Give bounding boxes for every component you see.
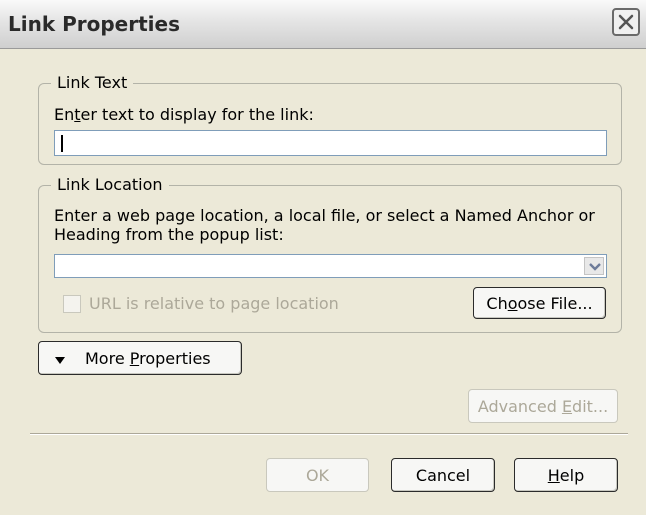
more-properties-button[interactable]: More Properties	[38, 341, 242, 375]
choose-file-label: Choose File...	[486, 293, 593, 313]
ok-button[interactable]: OK	[266, 458, 369, 492]
link-location-prompt-line2: Heading from the popup list:	[54, 225, 284, 244]
link-text-prompt: Enter text to display for the link:	[54, 105, 314, 124]
text-caret	[61, 135, 63, 152]
close-button[interactable]	[612, 8, 640, 36]
link-location-combo[interactable]	[54, 254, 607, 278]
title-bar[interactable]: Link Properties	[0, 0, 646, 49]
link-text-group: Link Text Enter text to display for the …	[38, 73, 622, 165]
ok-label: OK	[305, 465, 330, 485]
link-text-legend: Link Text	[51, 73, 134, 92]
help-button[interactable]: Help	[514, 458, 618, 492]
link-properties-dialog: Link Properties Link Text Enter text to …	[0, 0, 646, 515]
cancel-button[interactable]: Cancel	[391, 458, 495, 492]
link-text-input[interactable]	[54, 130, 607, 156]
more-properties-label: More Properties	[85, 348, 211, 368]
combo-dropdown-button[interactable]	[584, 257, 604, 275]
choose-file-button[interactable]: Choose File...	[473, 287, 606, 319]
link-location-group: Link Location Enter a web page location,…	[38, 175, 622, 333]
triangle-down-icon	[55, 349, 65, 368]
cancel-label: Cancel	[415, 465, 471, 485]
link-location-prompt-line1: Enter a web page location, a local file,…	[54, 206, 595, 225]
relative-url-label: URL is relative to page location	[89, 294, 339, 313]
advanced-edit-label: Advanced Edit...	[477, 396, 609, 416]
footer-separator	[30, 433, 628, 435]
link-location-legend: Link Location	[51, 175, 169, 194]
help-label: Help	[547, 465, 585, 485]
advanced-edit-button[interactable]: Advanced Edit...	[468, 389, 618, 423]
relative-url-checkbox[interactable]	[63, 295, 81, 313]
dialog-title: Link Properties	[8, 12, 180, 36]
